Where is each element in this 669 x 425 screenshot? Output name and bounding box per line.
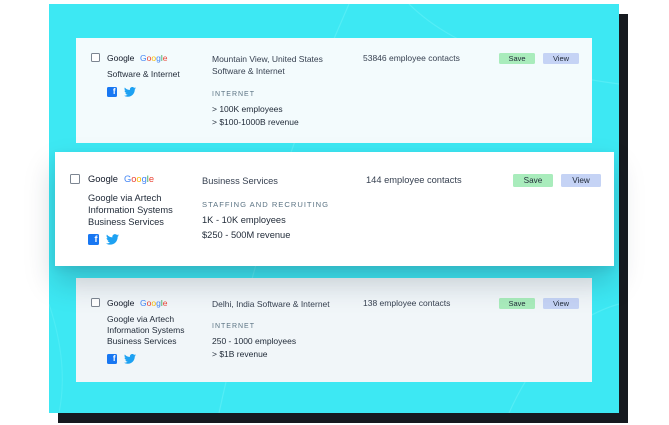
size-line-1: 1K - 10K employees	[202, 215, 286, 225]
employee-contacts: 53846 employee contacts	[363, 53, 460, 63]
company-card-3: Google Google Google via Artech Informat…	[76, 278, 592, 382]
company-card-2: Google Google Google via Artech Informat…	[55, 152, 614, 266]
company-subtitle: Google via Artech Information Systems Bu…	[107, 314, 185, 346]
employee-contacts: 144 employee contacts	[366, 175, 462, 185]
google-logo: Google	[140, 298, 168, 308]
company-name: Google	[107, 298, 135, 308]
employee-contacts: 138 employee contacts	[363, 298, 451, 308]
view-button[interactable]: View	[561, 174, 601, 187]
size-line-2: $250 - 500M revenue	[202, 230, 291, 240]
twitter-icon[interactable]	[124, 354, 136, 364]
size-line-2: > $1B revenue	[212, 349, 268, 359]
twitter-icon[interactable]	[124, 87, 136, 97]
social-links: f	[107, 354, 136, 364]
select-checkbox[interactable]	[91, 53, 100, 62]
save-button[interactable]: Save	[499, 298, 535, 309]
google-logo: Google	[140, 53, 168, 63]
facebook-icon[interactable]: f	[107, 354, 117, 364]
social-links: f	[107, 87, 136, 97]
select-checkbox[interactable]	[70, 174, 80, 184]
company-location: Mountain View, United States Software & …	[212, 54, 323, 76]
social-links: f	[88, 234, 119, 245]
company-subtitle: Google via Artech Information Systems Bu…	[88, 193, 173, 227]
view-button[interactable]: View	[543, 298, 579, 309]
save-button[interactable]: Save	[513, 174, 553, 187]
industry-label: STAFFING AND RECRUITING	[202, 200, 330, 209]
size-line-1: > 100K employees	[212, 104, 283, 114]
google-logo: Google	[124, 174, 154, 184]
company-location: Business Services	[202, 176, 278, 186]
select-checkbox[interactable]	[91, 298, 100, 307]
company-card-1: Google Google Software & Internet f Moun…	[76, 38, 592, 143]
industry-label: INTERNET	[212, 91, 255, 98]
size-line-2: > $100-1000B revenue	[212, 117, 299, 127]
facebook-icon[interactable]: f	[107, 87, 117, 97]
view-button[interactable]: View	[543, 53, 579, 64]
company-subtitle: Software & Internet	[107, 69, 180, 79]
company-name: Google	[107, 53, 135, 63]
facebook-icon[interactable]: f	[88, 234, 99, 245]
save-button[interactable]: Save	[499, 53, 535, 64]
company-name: Google	[88, 174, 118, 184]
twitter-icon[interactable]	[106, 234, 119, 245]
industry-label: INTERNET	[212, 323, 255, 330]
company-location: Delhi, India Software & Internet	[212, 299, 330, 309]
size-line-1: 250 - 1000 employees	[212, 336, 297, 346]
